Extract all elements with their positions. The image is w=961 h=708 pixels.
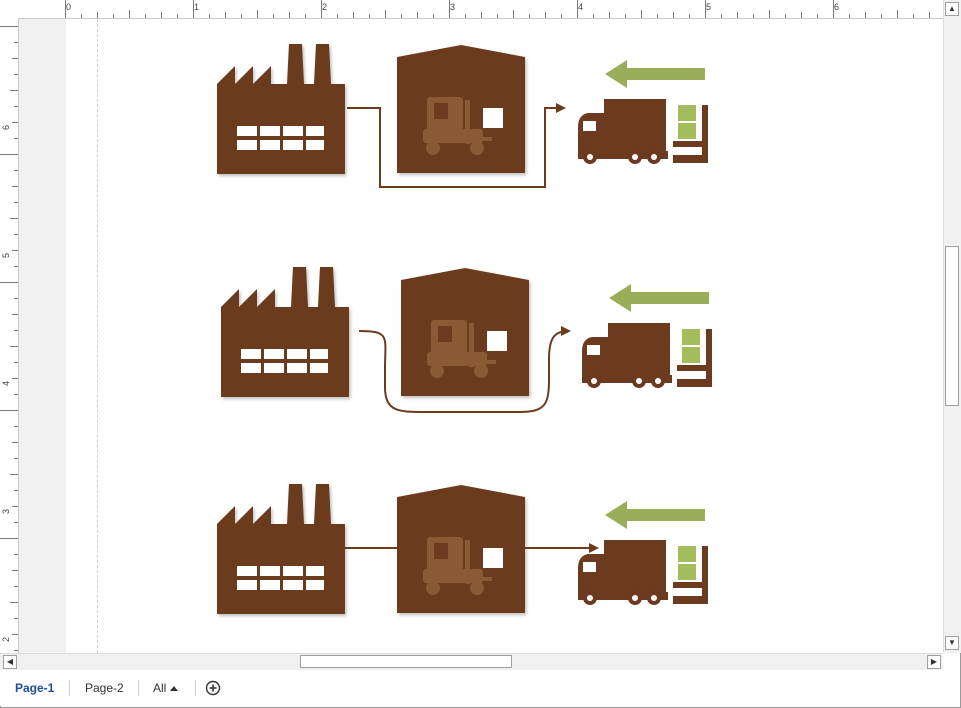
ruler-label-5: 5 [706, 2, 711, 12]
ruler-label-v4: 4 [1, 381, 11, 386]
ruler-label-2: 2 [322, 2, 327, 12]
factory-icon[interactable] [217, 44, 345, 174]
truck-icon[interactable] [578, 99, 708, 164]
truck-icon[interactable] [582, 323, 712, 388]
ruler-label-3: 3 [450, 2, 455, 12]
flow-row-3 [217, 484, 708, 614]
ruler-label-4: 4 [578, 2, 583, 12]
vertical-ruler[interactable]: 6 5 4 3 2 [0, 18, 19, 653]
flow-row-1 [217, 44, 708, 188]
all-pages-menu[interactable]: All [153, 680, 179, 696]
scroll-left-icon[interactable]: ◀ [3, 655, 17, 669]
tab-separator [195, 680, 196, 696]
arrow-left-icon[interactable] [605, 501, 705, 529]
tab-separator [69, 680, 70, 696]
tab-page-1[interactable]: Page-1 [15, 680, 54, 696]
ruler-corner [0, 0, 19, 19]
vertical-scrollbar[interactable]: ▲ ▼ [943, 0, 961, 653]
ruler-label-0: 0 [66, 2, 71, 12]
ruler-label-v3: 3 [1, 509, 11, 514]
diagram-layer [19, 19, 712, 653]
caret-up-icon [170, 686, 179, 692]
horizontal-scroll-thumb[interactable] [300, 655, 512, 668]
arrow-left-icon[interactable] [609, 284, 709, 312]
warehouse-icon[interactable] [397, 485, 525, 613]
warehouse-icon[interactable] [397, 45, 525, 173]
horizontal-ruler-ticks: 0 1 2 3 4 5 6 [65, 0, 930, 18]
ruler-label-v5: 5 [1, 253, 11, 258]
scroll-right-icon[interactable]: ▶ [927, 655, 941, 669]
drawing-canvas[interactable] [19, 19, 943, 653]
tab-page-2[interactable]: Page-2 [85, 680, 124, 696]
flow-row-2 [221, 267, 712, 413]
page-tab-bar: Page-1 Page-2 All [0, 670, 959, 706]
vertical-scroll-thumb[interactable] [945, 246, 959, 406]
add-page-icon[interactable] [205, 680, 221, 696]
all-pages-label: All [153, 681, 167, 695]
warehouse-icon[interactable] [401, 268, 529, 396]
factory-icon[interactable] [217, 484, 345, 614]
ruler-label-v2: 2 [1, 637, 11, 642]
truck-icon[interactable] [578, 540, 708, 605]
factory-icon[interactable] [221, 267, 349, 397]
ruler-label-v6: 6 [1, 125, 11, 130]
horizontal-scrollbar[interactable]: ◀ ▶ [0, 653, 943, 670]
ruler-label-1: 1 [194, 2, 199, 12]
vertical-ruler-ticks: 6 5 4 3 2 [0, 26, 18, 651]
scroll-up-icon[interactable]: ▲ [945, 2, 959, 16]
tab-separator [138, 680, 139, 696]
ruler-label-6: 6 [834, 2, 839, 12]
scroll-down-icon[interactable]: ▼ [945, 636, 959, 650]
horizontal-ruler[interactable]: 0 1 2 3 4 5 6 [18, 0, 943, 19]
arrow-left-icon[interactable] [605, 60, 705, 88]
